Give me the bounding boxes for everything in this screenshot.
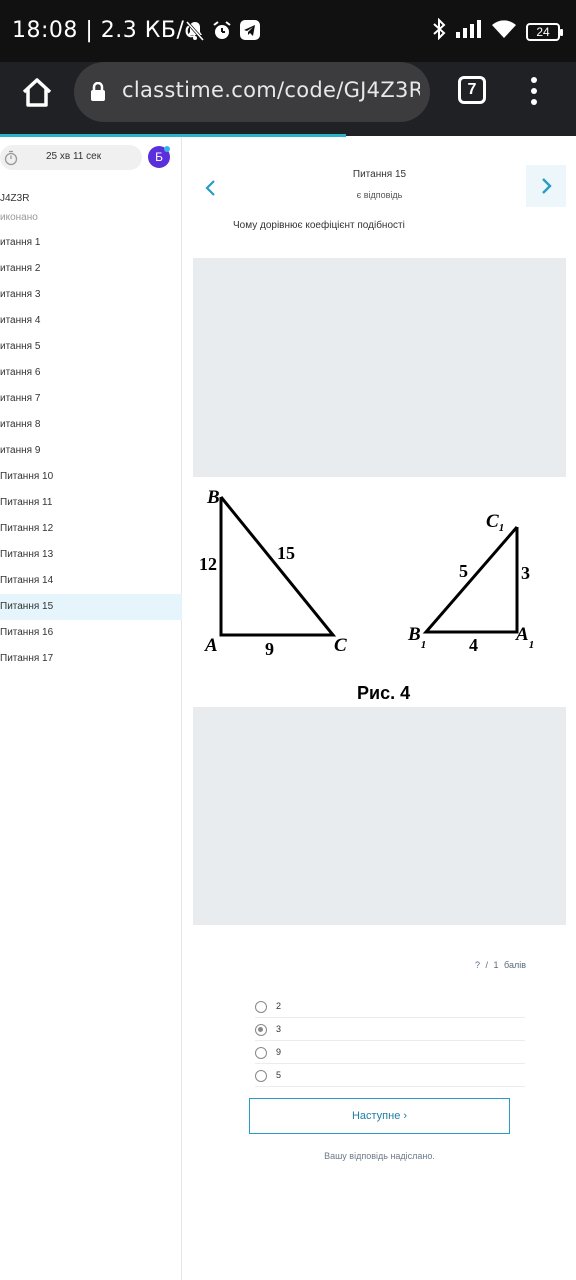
sidebar-question-item[interactable]: итання 7 xyxy=(0,386,182,412)
sidebar-question-item[interactable]: Питання 10 xyxy=(0,464,182,490)
t2-label-c: C1 xyxy=(486,511,504,534)
sidebar-question-item[interactable]: Питання 16 xyxy=(0,620,182,646)
sidebar-question-item[interactable]: итання 3 xyxy=(0,282,182,308)
t1-label-b: B xyxy=(206,487,220,508)
wifi-icon xyxy=(492,20,516,43)
sidebar-question-item[interactable]: итання 8 xyxy=(0,412,182,438)
sidebar-question-item[interactable]: итання 1 xyxy=(0,230,182,256)
sidebar-question-item[interactable]: итання 6 xyxy=(0,360,182,386)
answer-option[interactable]: 2 xyxy=(255,995,525,1018)
signal-icon xyxy=(456,20,482,43)
status-time-speed: 18:08 | 2.3 КБ/с xyxy=(12,18,197,43)
sidebar-question-item[interactable]: Питання 17 xyxy=(0,646,182,672)
telegram-icon xyxy=(240,20,260,45)
mute-icon xyxy=(185,20,205,47)
t2-label-b: B1 xyxy=(407,624,426,651)
sidebar-question-item[interactable]: Питання 11 xyxy=(0,490,182,516)
t2-side-ca: 3 xyxy=(521,563,530,583)
answer-option-label: 5 xyxy=(276,1070,282,1080)
sidebar-question-item[interactable]: Питання 15 xyxy=(0,594,182,620)
avatar-badge-dot xyxy=(164,146,170,152)
t1-label-a: A xyxy=(204,635,218,656)
question-text: Чому дорівнює коефіцієнт подібності xyxy=(233,220,405,231)
t2-label-a: A1 xyxy=(515,624,534,651)
session-code: J4Z3R xyxy=(0,193,30,204)
session-status: иконано xyxy=(0,212,38,223)
answer-option-label: 2 xyxy=(276,1001,282,1011)
status-bar: 18:08 | 2.3 КБ/с 24 xyxy=(0,0,576,62)
question-figure: B A C 12 15 9 C1 B1 A1 5 3 4 Рис. 4 xyxy=(193,477,566,707)
answer-sent-message: Вашу відповідь надіслано. xyxy=(324,1151,435,1161)
chevron-right-icon: › xyxy=(403,1110,408,1122)
t1-side-ab: 12 xyxy=(199,554,217,574)
answer-options: 2 3 9 5 xyxy=(255,995,525,1087)
timer-text: 25 хв 11 сек xyxy=(46,151,102,162)
sidebar-question-item[interactable]: Питання 14 xyxy=(0,568,182,594)
lock-icon xyxy=(90,81,106,107)
t1-label-c: C xyxy=(334,635,347,656)
question-subtitle: є відповідь xyxy=(356,190,403,200)
more-menu-icon[interactable] xyxy=(524,74,544,108)
sidebar-question-item[interactable]: Питання 13 xyxy=(0,542,182,568)
sidebar-question-item[interactable]: итання 9 xyxy=(0,438,182,464)
question-list: итання 1 итання 2 итання 3 итання 4 итання 5… xyxy=(0,230,182,672)
t2-side-ba: 4 xyxy=(469,635,478,655)
next-question-arrow-button[interactable] xyxy=(526,165,566,207)
t1-side-ac: 9 xyxy=(265,639,274,659)
sidebar: 25 хв 11 сек Б J4Z3R иконано итання 1 ита… xyxy=(0,137,182,1280)
question-title: Питання 15 xyxy=(352,169,407,180)
radio-button[interactable] xyxy=(255,1001,267,1013)
address-bar[interactable]: classtime.com/code/GJ4Z3R/ xyxy=(74,62,430,122)
browser-toolbar: classtime.com/code/GJ4Z3R/ 7 xyxy=(0,62,576,136)
status-right-group: 24 xyxy=(432,17,563,45)
answer-option-label: 9 xyxy=(276,1047,282,1057)
answer-option-label: 3 xyxy=(276,1024,282,1034)
home-icon[interactable] xyxy=(20,76,54,110)
t1-side-bc: 15 xyxy=(277,543,295,563)
next-button-label: Наступне xyxy=(351,1110,401,1122)
sidebar-question-item[interactable]: итання 4 xyxy=(0,308,182,334)
main-content: Питання 15 є відповідь Чому дорівнює кое… xyxy=(183,137,576,1280)
triangle-abc xyxy=(219,496,337,637)
bluetooth-icon xyxy=(432,17,446,45)
answer-option[interactable]: 5 xyxy=(255,1064,525,1087)
stopwatch-icon xyxy=(4,150,18,171)
timer-pill: 25 хв 11 сек xyxy=(0,145,142,170)
triangle-a1b1c1 xyxy=(422,526,519,634)
next-button[interactable]: Наступне › xyxy=(249,1098,510,1134)
radio-button[interactable] xyxy=(255,1047,267,1059)
answer-option[interactable]: 9 xyxy=(255,1041,525,1064)
sidebar-question-item[interactable]: итання 5 xyxy=(0,334,182,360)
radio-button[interactable] xyxy=(255,1070,267,1082)
sidebar-question-item[interactable]: итання 2 xyxy=(0,256,182,282)
sidebar-question-item[interactable]: Питання 12 xyxy=(0,516,182,542)
radio-button[interactable] xyxy=(255,1024,267,1036)
t2-side-bc: 5 xyxy=(459,561,468,581)
alarm-icon xyxy=(212,20,232,47)
score-label: ? / 1 балів xyxy=(475,960,526,970)
figure-caption: Рис. 4 xyxy=(357,683,410,703)
url-text[interactable]: classtime.com/code/GJ4Z3R/ xyxy=(122,78,420,102)
battery-icon: 24 xyxy=(526,22,563,41)
answer-option[interactable]: 3 xyxy=(255,1018,525,1041)
tab-switcher-button[interactable]: 7 xyxy=(458,76,486,104)
